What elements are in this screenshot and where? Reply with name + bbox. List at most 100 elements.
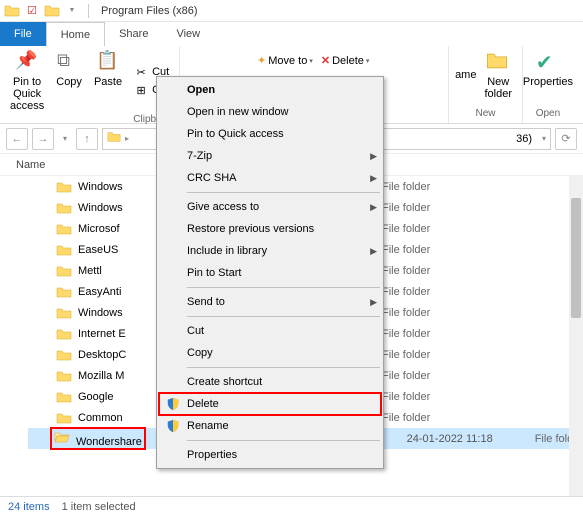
col-name-header[interactable]: Name	[0, 159, 160, 171]
file-name: Wondershare	[76, 436, 142, 448]
new-group-label: New	[476, 108, 496, 121]
menu-item-label: 7-Zip	[187, 150, 370, 162]
context-menu-item-crc-sha[interactable]: CRC SHA▶	[159, 167, 381, 189]
menu-icon-placeholder	[163, 243, 183, 259]
window-title: Program Files (x86)	[101, 5, 198, 17]
move-to-button[interactable]: ✦Move to▾	[257, 54, 313, 67]
qat-props-icon[interactable]: ☑	[24, 3, 40, 19]
menu-item-label: Open in new window	[187, 106, 377, 118]
context-menu-item-delete[interactable]: Delete	[159, 393, 381, 415]
menu-icon-placeholder	[163, 374, 183, 390]
folder-open-icon	[54, 436, 70, 448]
tab-file[interactable]: File	[0, 22, 46, 46]
status-bar: 24 items 1 item selected	[0, 496, 583, 516]
tab-view[interactable]: View	[162, 22, 214, 46]
delete-button[interactable]: ✕Delete▾	[321, 54, 370, 67]
context-menu-separator	[187, 316, 380, 317]
submenu-arrow-icon: ▶	[370, 246, 377, 257]
context-menu-item-copy[interactable]: Copy	[159, 342, 381, 364]
folder-icon	[107, 130, 121, 147]
folder-icon	[56, 326, 72, 342]
pin-to-quick-access-button[interactable]: 📌 Pin to Quick access	[6, 48, 48, 114]
context-menu-item-cut[interactable]: Cut	[159, 320, 381, 342]
new-folder-icon	[486, 50, 510, 74]
menu-icon-placeholder	[163, 345, 183, 361]
folder-icon	[56, 410, 72, 426]
refresh-button[interactable]: ⟳	[555, 128, 577, 150]
menu-item-label: Create shortcut	[187, 376, 377, 388]
folder-icon	[56, 305, 72, 321]
folder-icon	[56, 242, 72, 258]
menu-icon-placeholder	[163, 265, 183, 281]
chevron-down-icon[interactable]: ▾	[542, 134, 546, 143]
scrollbar-thumb[interactable]	[571, 198, 581, 318]
context-menu-item-send-to[interactable]: Send to▶	[159, 291, 381, 313]
move-icon: ✦	[257, 54, 266, 67]
open-group-label: Open	[536, 108, 560, 121]
scrollbar[interactable]	[569, 176, 583, 496]
item-count: 24 items	[8, 501, 50, 513]
folder-icon	[56, 284, 72, 300]
breadcrumb-sep: ▸	[125, 134, 129, 143]
folder-icon	[4, 3, 20, 19]
context-menu-item-create-shortcut[interactable]: Create shortcut	[159, 371, 381, 393]
copy-icon: ⧉	[57, 50, 81, 74]
context-menu-item-include-in-library[interactable]: Include in library▶	[159, 240, 381, 262]
menu-item-label: Cut	[187, 325, 377, 337]
ribbon-tabs: File Home Share View	[0, 22, 583, 46]
paste-button[interactable]: 📋 Paste	[90, 48, 126, 114]
shield-icon	[163, 418, 183, 434]
nav-back-button[interactable]: ←	[6, 128, 28, 150]
context-menu-separator	[187, 367, 380, 368]
context-menu-item-restore-previous-versions[interactable]: Restore previous versions	[159, 218, 381, 240]
folder-icon	[56, 221, 72, 237]
folder-icon	[56, 179, 72, 195]
context-menu-item-open-in-new-window[interactable]: Open in new window	[159, 101, 381, 123]
context-menu-separator	[187, 192, 380, 193]
title-bar: ☑ ▼ Program Files (x86)	[0, 0, 583, 22]
menu-icon-placeholder	[163, 148, 183, 164]
context-menu-item-7-zip[interactable]: 7-Zip▶	[159, 145, 381, 167]
chevron-down-icon: ▾	[309, 57, 313, 65]
selection-count: 1 item selected	[62, 501, 136, 513]
tab-home[interactable]: Home	[46, 22, 105, 46]
folder-icon-2	[44, 3, 60, 19]
menu-icon-placeholder	[163, 447, 183, 463]
x-icon: ✕	[321, 54, 330, 67]
menu-item-label: Restore previous versions	[187, 223, 377, 235]
new-folder-button[interactable]: New folder	[480, 48, 516, 102]
menu-item-label: CRC SHA	[187, 172, 370, 184]
folder-icon	[56, 347, 72, 363]
scissors-icon: ✂	[134, 65, 148, 79]
path-text: 36)	[516, 133, 532, 145]
folder-icon	[56, 200, 72, 216]
menu-icon-placeholder	[163, 170, 183, 186]
qat-dropdown-icon[interactable]: ▼	[64, 3, 80, 19]
menu-icon-placeholder	[163, 104, 183, 120]
nav-fwd-button[interactable]: →	[32, 128, 54, 150]
shield-icon	[163, 396, 183, 412]
context-menu-separator	[187, 440, 380, 441]
menu-icon-placeholder	[163, 323, 183, 339]
submenu-arrow-icon: ▶	[370, 202, 377, 213]
menu-item-label: Include in library	[187, 245, 370, 257]
folder-icon	[56, 263, 72, 279]
nav-history-button[interactable]: ▾	[58, 128, 72, 150]
nav-up-button[interactable]: ↑	[76, 128, 98, 150]
context-menu-item-give-access-to[interactable]: Give access to▶	[159, 196, 381, 218]
tab-share[interactable]: Share	[105, 22, 162, 46]
context-menu-item-open[interactable]: Open	[159, 79, 381, 101]
copy-button[interactable]: ⧉ Copy	[52, 48, 86, 114]
context-menu-item-pin-to-quick-access[interactable]: Pin to Quick access	[159, 123, 381, 145]
folder-icon	[56, 368, 72, 384]
menu-icon-placeholder	[163, 221, 183, 237]
properties-button[interactable]: ✔ Properties	[519, 48, 577, 108]
menu-icon-placeholder	[163, 126, 183, 142]
context-menu-item-properties[interactable]: Properties	[159, 444, 381, 466]
context-menu-separator	[187, 287, 380, 288]
menu-item-label: Give access to	[187, 201, 370, 213]
context-menu-item-rename[interactable]: Rename	[159, 415, 381, 437]
menu-item-label: Rename	[187, 420, 377, 432]
context-menu-item-pin-to-start[interactable]: Pin to Start	[159, 262, 381, 284]
menu-item-label: Pin to Quick access	[187, 128, 377, 140]
